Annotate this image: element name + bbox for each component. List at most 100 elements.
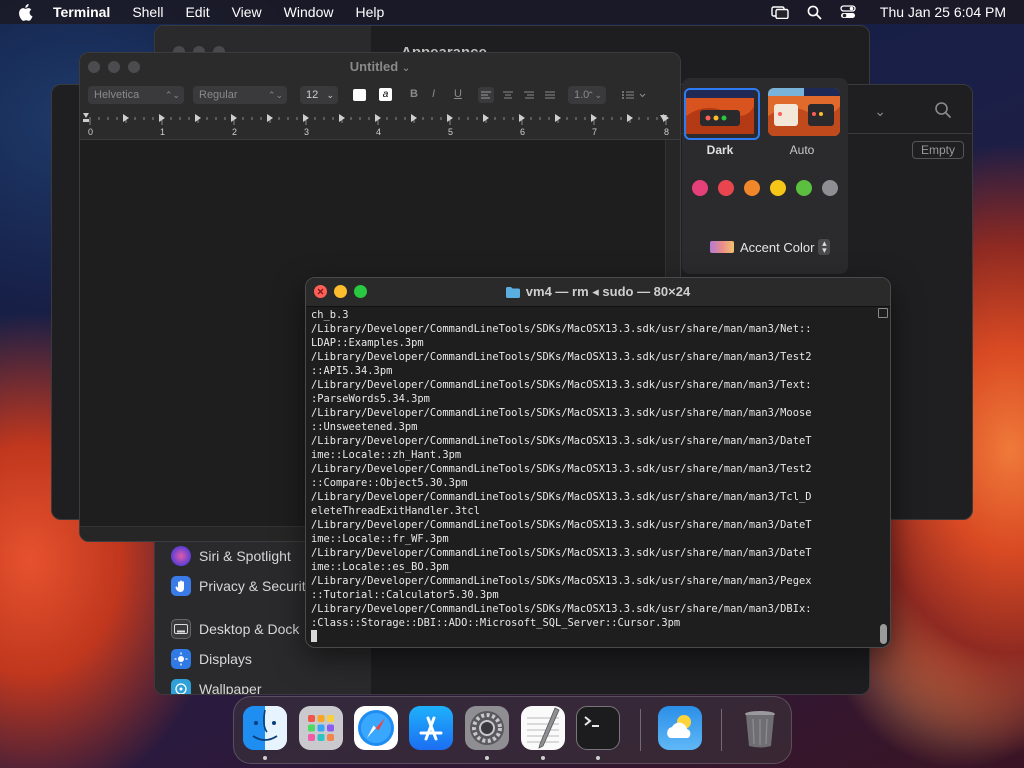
chevron-down-icon: ⌄ xyxy=(401,63,411,74)
accent-swatch-yellow[interactable] xyxy=(770,180,786,196)
menu-extras: Thu Jan 25 6:04 PM xyxy=(753,0,1006,24)
sidebar-item-label: Wallpaper xyxy=(199,681,262,695)
trash-icon[interactable] xyxy=(738,706,782,750)
terminal-window: vm4 — rm ◂ sudo — 80×24 ch_b.3 /Library/… xyxy=(305,277,891,648)
document-title-text: Untitled xyxy=(349,59,399,74)
wallpaper-icon xyxy=(171,679,191,694)
menu-help[interactable]: Help xyxy=(355,4,384,20)
empty-trash-button[interactable]: Empty xyxy=(912,141,964,159)
textedit-icon[interactable] xyxy=(521,706,565,750)
running-indicator xyxy=(596,756,600,760)
list-bullets-icon[interactable] xyxy=(620,87,648,108)
terminal-output-text: ch_b.3 /Library/Developer/CommandLineToo… xyxy=(311,309,812,629)
terminal-title-text: vm4 — rm ◂ sudo — 80×24 xyxy=(525,284,691,299)
sidebar-item-desktop-dock[interactable]: Desktop & Dock xyxy=(171,618,299,640)
sidebar-item-label: Siri & Spotlight xyxy=(199,548,291,564)
align-center-icon[interactable] xyxy=(500,87,516,108)
ruler-number: 0 xyxy=(88,127,93,137)
dock xyxy=(233,696,792,764)
sidebar-item-wallpaper[interactable]: Wallpaper xyxy=(171,678,262,695)
chevron-down-icon[interactable]: ⌄ xyxy=(874,103,886,120)
spotlight-search-icon[interactable] xyxy=(807,5,822,20)
accent-color-swatches xyxy=(692,180,848,196)
text-color-well[interactable] xyxy=(353,89,366,101)
menu-shell[interactable]: Shell xyxy=(132,4,163,20)
accent-swatch-orange[interactable] xyxy=(744,180,760,196)
scrollbar-thumb[interactable] xyxy=(880,624,887,644)
weather-icon[interactable] xyxy=(658,706,702,750)
screen-mirroring-icon[interactable] xyxy=(771,5,789,19)
sidebar-item-siri-spotlight[interactable]: Siri & Spotlight xyxy=(171,545,291,567)
sidebar-item-displays[interactable]: Displays xyxy=(171,648,252,670)
ruler-number: 3 xyxy=(304,127,309,137)
sidebar-item-privacy-security[interactable]: Privacy & Security xyxy=(171,575,313,597)
accent-color-popup[interactable]: Accent Color ▴ ▾ xyxy=(710,238,831,256)
ruler-number: 7 xyxy=(592,127,597,137)
system-settings-icon[interactable] xyxy=(465,706,509,750)
menu-window[interactable]: Window xyxy=(284,4,334,20)
popup-arrow-icon: ⌃⌄ xyxy=(267,90,283,100)
running-indicator xyxy=(263,756,267,760)
terminal-output[interactable]: ch_b.3 /Library/Developer/CommandLineToo… xyxy=(311,308,877,644)
menu-app-name[interactable]: Terminal xyxy=(53,4,110,20)
popup-arrow-icon: ⌃⌄ xyxy=(164,90,180,100)
align-right-icon[interactable] xyxy=(521,87,537,108)
appearance-dark-thumbnail[interactable] xyxy=(684,88,760,140)
dock-separator xyxy=(721,709,722,751)
appearance-auto-thumbnail[interactable] xyxy=(768,88,840,136)
dock-icon xyxy=(171,619,191,639)
popup-arrow-icon: ⌄ xyxy=(326,90,334,100)
bold-icon[interactable]: B xyxy=(410,88,418,100)
terminal-icon[interactable] xyxy=(576,706,620,750)
scroll-top-indicator xyxy=(878,308,888,318)
line-spacing-popup[interactable]: 1.0 ⌃⌄ xyxy=(568,86,606,104)
accent-swatch-green[interactable] xyxy=(796,180,812,196)
launchpad-icon[interactable] xyxy=(299,706,343,750)
menu-bar: Terminal Shell Edit View Window Help Thu… xyxy=(0,0,1024,24)
appearance-auto-label: Auto xyxy=(789,143,815,157)
align-left-icon[interactable] xyxy=(478,87,494,103)
ruler-number: 5 xyxy=(448,127,453,137)
apple-menu-icon[interactable] xyxy=(18,3,34,21)
textedit-titlebar: Untitled ⌄ xyxy=(80,53,680,81)
accent-swatch-red[interactable] xyxy=(718,180,734,196)
font-family-value: Helvetica xyxy=(94,89,140,101)
font-style-popup[interactable]: Regular ⌃⌄ xyxy=(193,86,287,104)
font-size-popup[interactable]: 12 ⌄ xyxy=(300,86,338,104)
popup-arrow-icon: ⌃⌄ xyxy=(586,90,602,100)
italic-icon[interactable]: I xyxy=(432,88,435,100)
sidebar-item-label: Desktop & Dock xyxy=(199,621,300,637)
ruler-number: 8 xyxy=(664,127,669,137)
displays-icon xyxy=(171,649,191,669)
running-indicator xyxy=(541,756,545,760)
align-justify-icon[interactable] xyxy=(542,87,558,108)
underline-icon[interactable]: U xyxy=(454,88,462,100)
text-ruler[interactable]: 0 1 2 3 4 5 6 7 8 xyxy=(80,109,680,140)
accent-color-label: Accent Color xyxy=(740,239,815,255)
finder-icon[interactable] xyxy=(243,706,287,750)
accent-swatch-graphite[interactable] xyxy=(822,180,838,196)
font-family-popup[interactable]: Helvetica ⌃⌄ xyxy=(88,86,184,104)
menu-view[interactable]: View xyxy=(232,4,262,20)
menu-clock[interactable]: Thu Jan 25 6:04 PM xyxy=(880,4,1006,20)
control-center-icon[interactable] xyxy=(840,5,856,19)
sidebar-item-label: Displays xyxy=(199,651,252,667)
highlight-color-icon[interactable]: a xyxy=(379,88,392,101)
terminal-title: vm4 — rm ◂ sudo — 80×24 xyxy=(306,284,890,300)
terminal-cursor xyxy=(311,630,317,642)
terminal-scrollbar[interactable] xyxy=(878,308,888,646)
hand-icon xyxy=(171,576,191,596)
folder-icon xyxy=(505,286,520,298)
document-title[interactable]: Untitled ⌄ xyxy=(80,59,680,74)
running-indicator xyxy=(485,756,489,760)
safari-icon[interactable] xyxy=(354,706,398,750)
accent-swatch-pink[interactable] xyxy=(692,180,708,196)
sidebar-item-label: Privacy & Security xyxy=(199,578,313,594)
font-style-value: Regular xyxy=(199,89,238,101)
menu-edit[interactable]: Edit xyxy=(185,4,209,20)
search-icon[interactable] xyxy=(934,101,952,124)
app-store-icon[interactable] xyxy=(409,706,453,750)
appearance-dark-label: Dark xyxy=(706,143,734,157)
popup-stepper-icon: ▴ ▾ xyxy=(818,239,831,255)
accent-gradient-swatch xyxy=(710,241,734,253)
